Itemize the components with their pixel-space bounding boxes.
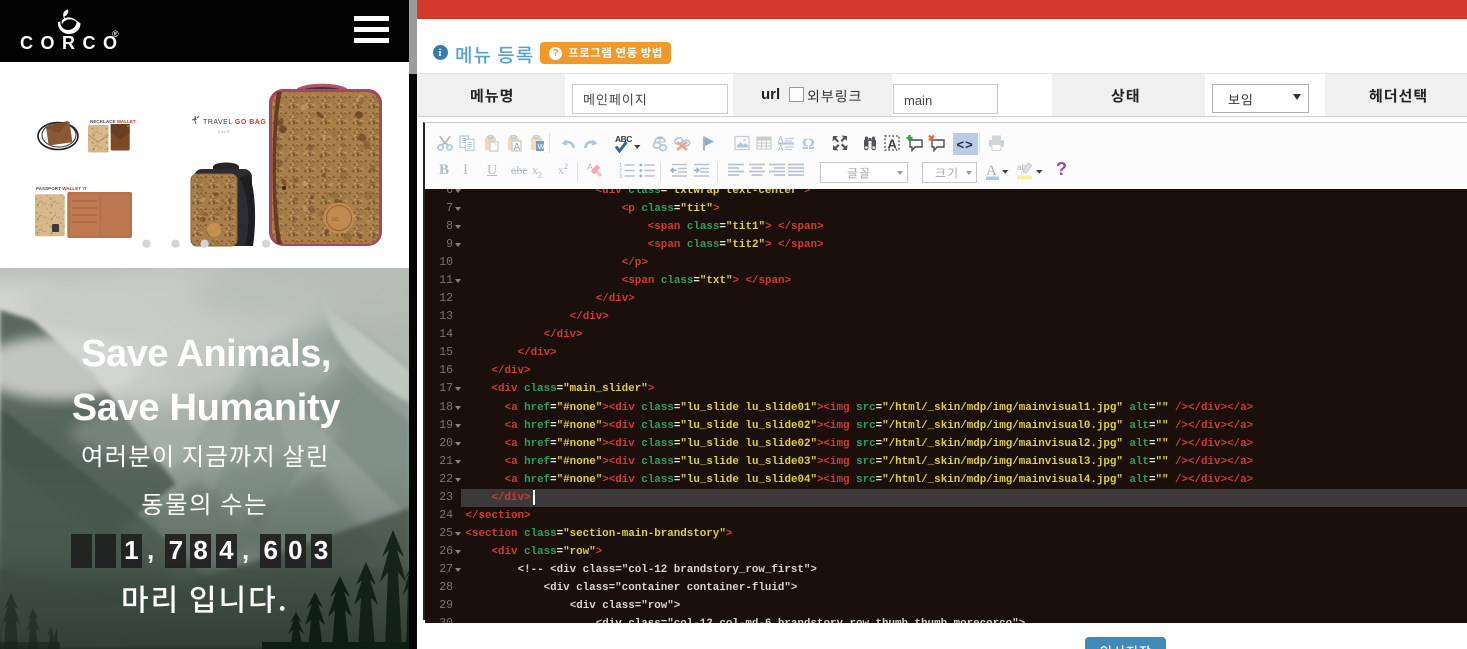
svg-text:3: 3 — [619, 174, 622, 179]
svg-text:A: A — [778, 144, 784, 152]
svg-text:A: A — [888, 137, 898, 152]
svg-text:co.: co. — [332, 217, 340, 223]
svg-text:TRAVEL GO BAG: TRAVEL GO BAG — [203, 119, 266, 126]
svg-text:ABC: ABC — [615, 134, 632, 144]
svg-text:W: W — [538, 142, 546, 151]
svg-text:<>: <> — [957, 137, 974, 152]
svg-text:A: A — [514, 142, 521, 152]
svg-text:Ω: Ω — [802, 136, 815, 152]
svg-text:S A L E: S A L E — [218, 130, 230, 134]
svg-text:PASSPORT WALLET 7t: PASSPORT WALLET 7t — [36, 186, 87, 191]
svg-text:NECKLACE WALLET: NECKLACE WALLET — [90, 119, 136, 124]
